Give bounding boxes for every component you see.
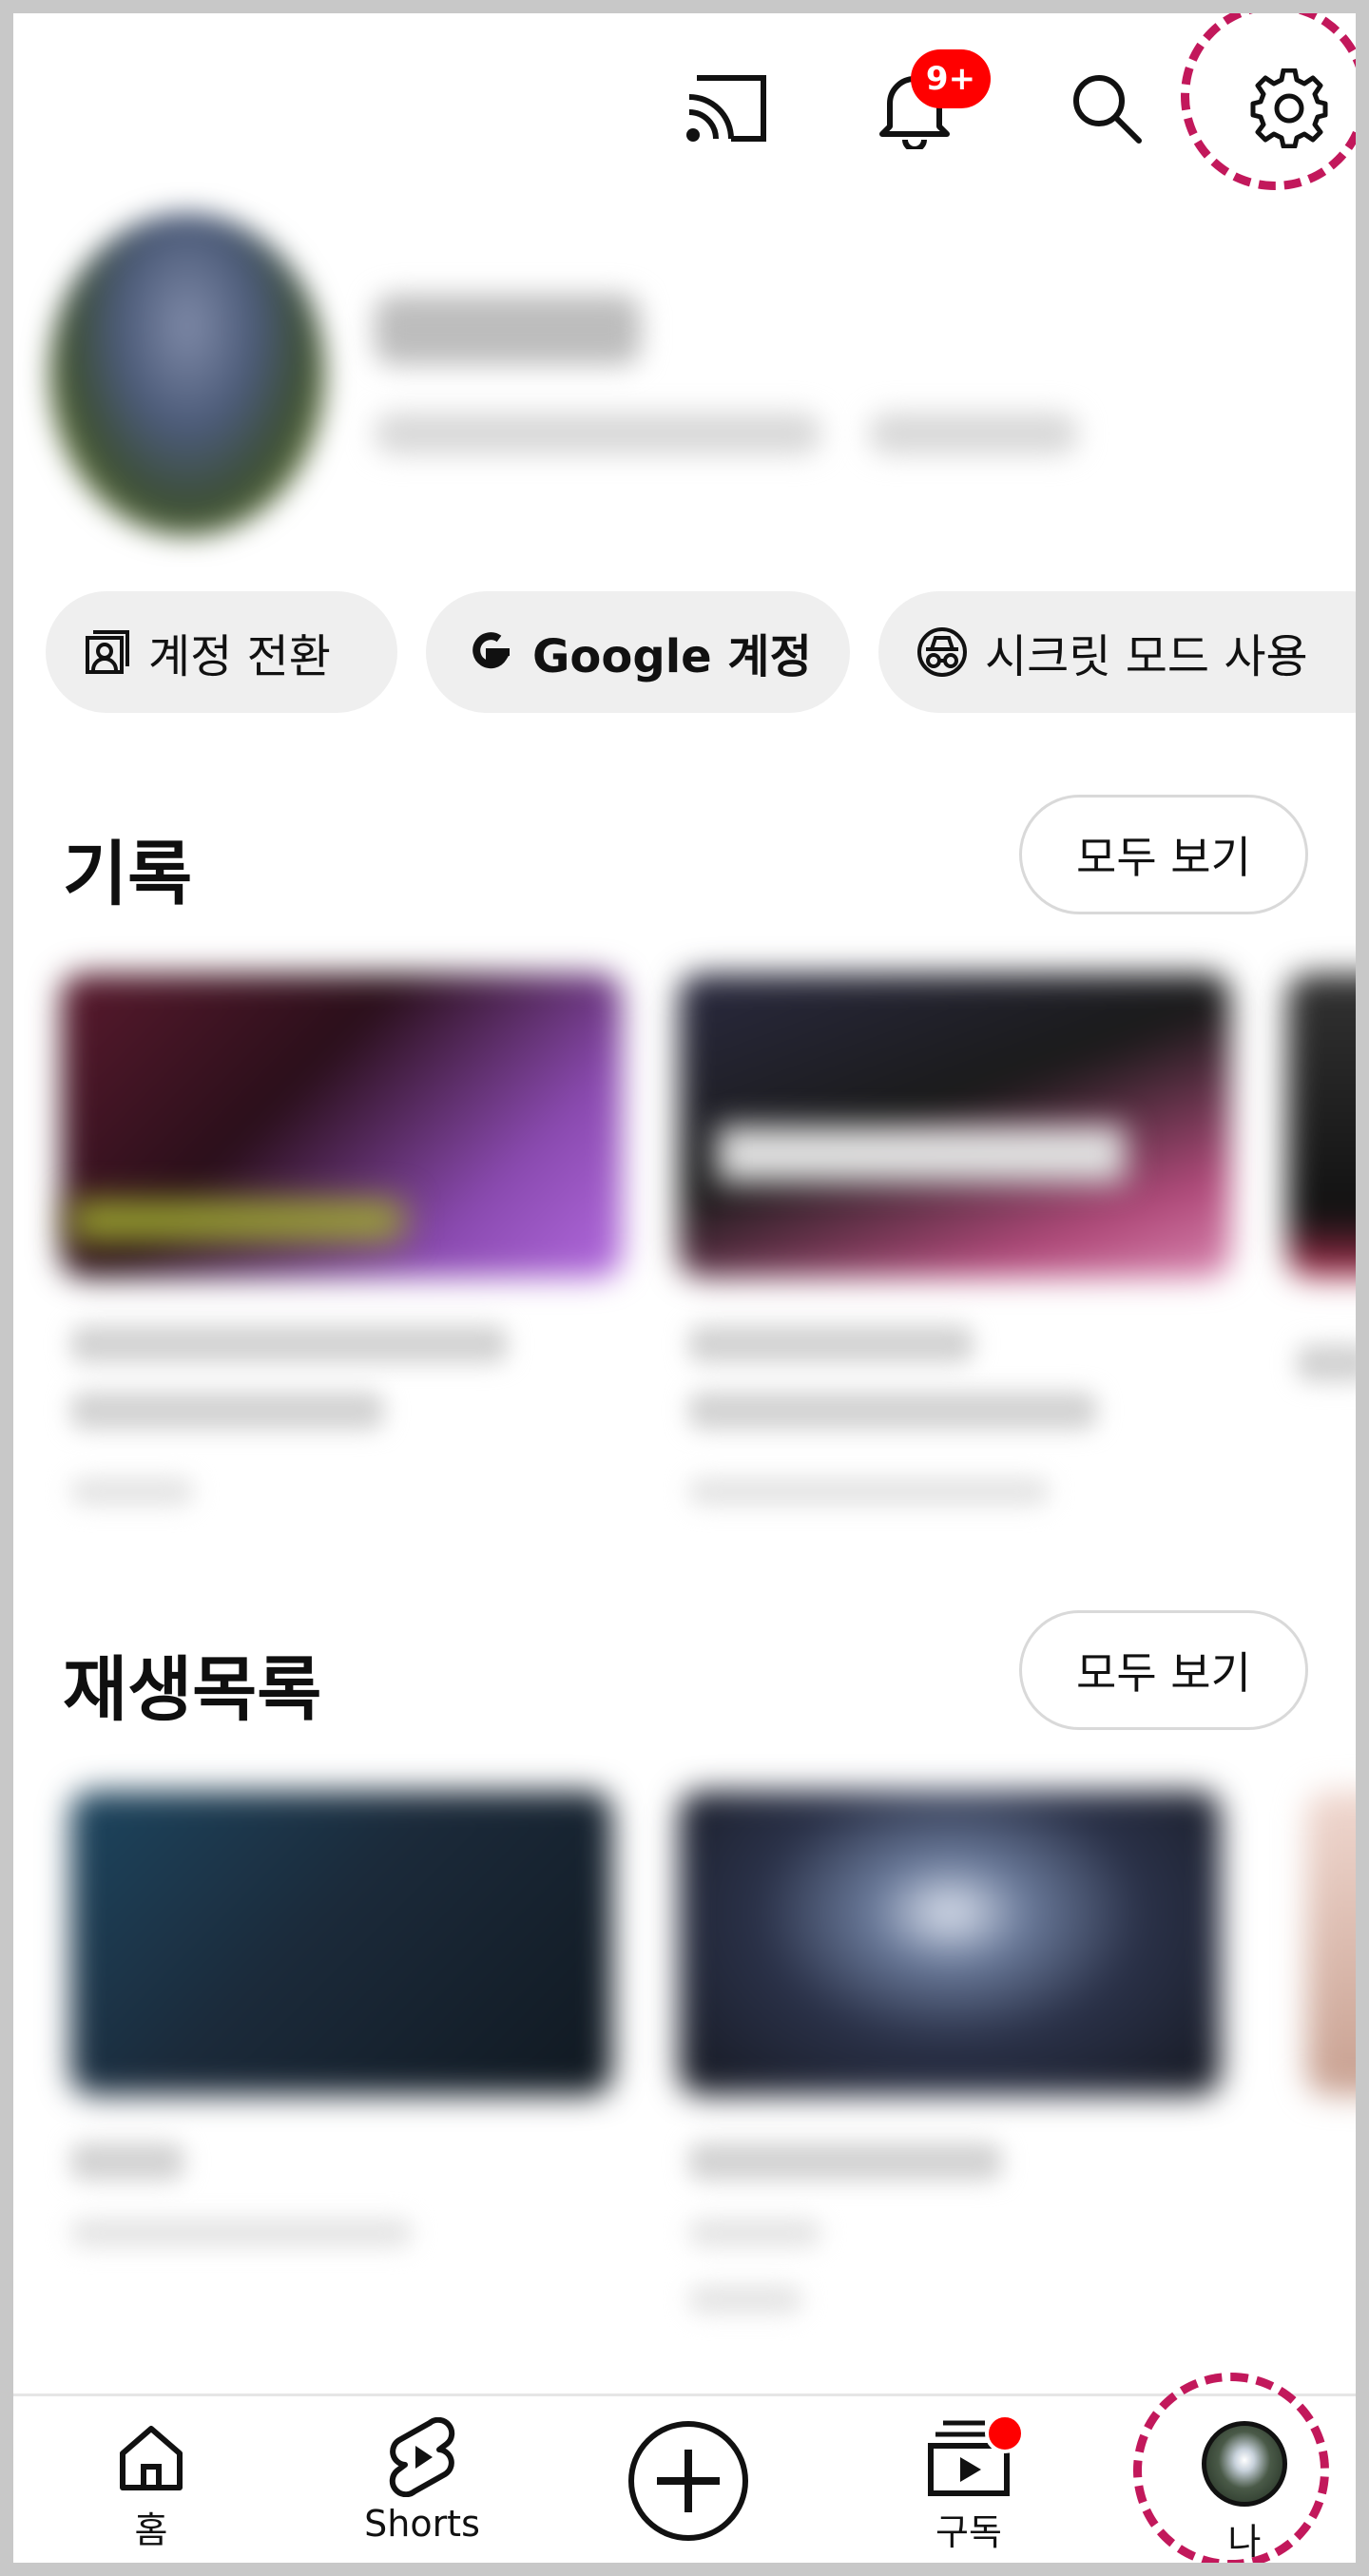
playlist-title-blurred — [688, 2143, 1002, 2181]
history-video-title-blurred — [70, 1325, 508, 1363]
playlist-thumbnail[interactable] — [679, 1791, 1221, 2095]
history-video-title-blurred — [688, 1325, 974, 1363]
history-video-title-blurred-2 — [70, 1392, 384, 1430]
history-video-meta-blurred — [688, 1477, 1050, 1506]
view-channel-blurred[interactable] — [869, 413, 1078, 454]
channel-handle-blurred — [375, 413, 821, 454]
google-g-icon — [472, 632, 511, 669]
switch-account-chip[interactable]: 계정 전환 — [46, 591, 397, 713]
history-video-thumbnail[interactable] — [1287, 973, 1356, 1278]
gear-icon[interactable] — [1242, 61, 1337, 156]
nav-home[interactable]: 홈 — [70, 2396, 232, 2563]
incognito-label: 시크릿 모드 사용 — [985, 630, 1308, 683]
history-see-all-button[interactable]: 모두 보기 — [1019, 795, 1308, 914]
history-thumbnail-accent — [717, 1125, 1126, 1182]
nav-shorts[interactable]: Shorts — [337, 2396, 508, 2563]
channel-name-blurred — [375, 295, 641, 365]
history-video-meta-blurred — [70, 1477, 194, 1506]
nav-shorts-label: Shorts — [364, 2503, 480, 2545]
playlist-meta-blurred-2 — [688, 2285, 802, 2314]
bottom-navigation: 홈 Shorts 구독 나 — [13, 2393, 1356, 2563]
history-video-title-blurred-2 — [688, 1392, 1097, 1430]
google-account-chip[interactable]: Google 계정 — [426, 591, 850, 713]
nav-subscriptions-label: 구독 — [935, 2511, 1002, 2553]
playlist-meta-blurred — [70, 2219, 413, 2247]
google-account-label: Google 계정 — [532, 630, 812, 683]
playlist-meta-blurred — [688, 2219, 821, 2247]
history-video-title-blurred — [1297, 1344, 1356, 1382]
nav-home-label: 홈 — [134, 2509, 168, 2551]
profile-avatar — [1202, 2421, 1287, 2507]
playlist-title-blurred — [70, 2143, 184, 2181]
incognito-chip[interactable]: 시크릿 모드 사용 — [878, 591, 1356, 713]
playlist-thumbnail[interactable] — [70, 1791, 612, 2095]
history-section-title: 기록 — [63, 834, 193, 915]
playlists-section-title: 재생목록 — [63, 1649, 322, 1731]
youtube-you-page: 9+ 계정 전환 Google 계정 시크릿 모드 사용 기록 모두 보기 재생… — [13, 13, 1356, 2563]
shorts-icon — [389, 2417, 455, 2497]
nav-subscriptions[interactable]: 구독 — [897, 2396, 1040, 2563]
switch-account-icon — [86, 630, 129, 674]
switch-account-label: 계정 전환 — [148, 630, 331, 683]
nav-you-label: 나 — [1227, 2521, 1262, 2563]
playlists-see-all-button[interactable]: 모두 보기 — [1019, 1610, 1308, 1730]
playlist-thumbnail[interactable] — [1306, 1791, 1356, 2095]
create-plus-icon — [628, 2421, 748, 2541]
history-thumbnail-accent — [70, 1201, 403, 1240]
nav-create[interactable] — [622, 2396, 755, 2563]
notification-badge: 9+ — [911, 49, 991, 108]
nav-you[interactable]: 나 — [1168, 2396, 1321, 2563]
channel-avatar[interactable] — [49, 213, 325, 536]
incognito-icon — [917, 627, 967, 677]
new-content-dot — [985, 2413, 1025, 2453]
search-icon[interactable] — [1059, 61, 1154, 156]
cast-icon[interactable] — [679, 61, 774, 156]
home-icon — [120, 2426, 183, 2490]
